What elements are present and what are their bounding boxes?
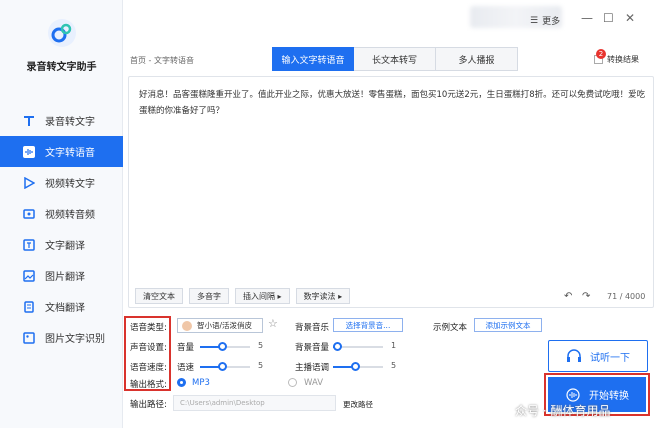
pitch-slider-handle[interactable]	[351, 362, 360, 371]
notification-badge: 2	[596, 49, 606, 59]
sidebar-nav: 录音转文字 文字转语音 视频转文字 视频转音频 文字翻译 图片翻译 文档翻译 图…	[0, 105, 123, 353]
insert-pause-button[interactable]: 插入间隔 ▸	[235, 288, 290, 304]
maximize-icon[interactable]: ☐	[603, 11, 614, 25]
sidebar-item-image-ocr[interactable]: 图片文字识别	[0, 322, 123, 353]
redo-icon[interactable]: ↷	[582, 291, 590, 302]
bg-volume-slider-handle[interactable]	[333, 342, 342, 351]
convert-result-label: 转换结果	[607, 55, 639, 64]
sidebar-item-label: 视频转音频	[45, 210, 95, 221]
sample-text-label: 示例文本	[433, 323, 468, 333]
voice-name: 智小语/活泼俏皮	[197, 321, 253, 330]
app-logo	[48, 19, 76, 47]
sidebar-item-text-to-speech[interactable]: 文字转语音	[0, 136, 123, 167]
tab-input-text[interactable]: 输入文字转语音	[272, 47, 354, 71]
pitch-value: 5	[391, 361, 397, 370]
sidebar: 录音转文字助手 录音转文字 文字转语音 视频转文字 视频转音频 文字翻译 图片翻…	[0, 0, 123, 428]
start-label: 开始转换	[589, 391, 629, 402]
volume-label: 音量	[177, 343, 195, 353]
format-mp3-radio[interactable]	[177, 378, 186, 387]
format-wav-label: WAV	[304, 378, 324, 388]
format-label: 输出格式:	[130, 380, 167, 390]
preview-listen-button[interactable]: 试听一下	[548, 340, 648, 372]
sidebar-item-label: 文档翻译	[45, 303, 85, 314]
sound-settings-label: 声音设置:	[130, 343, 167, 353]
title-bar	[123, 0, 660, 40]
rate-slider-handle[interactable]	[218, 362, 227, 371]
sidebar-item-label: 图片文字识别	[45, 334, 105, 345]
number-reading-button[interactable]: 数字读法 ▸	[295, 288, 351, 304]
listen-label: 试听一下	[590, 352, 630, 364]
app-title: 录音转文字助手	[26, 62, 97, 73]
sidebar-item-video-to-text[interactable]: 视频转文字	[0, 167, 123, 198]
close-icon[interactable]: ✕	[625, 11, 635, 25]
volume-slider[interactable]	[200, 342, 250, 351]
sidebar-item-label: 图片翻译	[45, 272, 85, 283]
select-bg-music-button[interactable]: 选择背景音...	[333, 318, 403, 332]
rate-value: 5	[258, 361, 264, 370]
image-ocr-icon	[22, 331, 36, 345]
app-window: 录音转文字助手 录音转文字 文字转语音 视频转文字 视频转音频 文字翻译 图片翻…	[0, 0, 660, 428]
sidebar-item-label: 文字转语音	[45, 148, 95, 159]
tab-long-text[interactable]: 长文本转写	[354, 47, 436, 71]
tab-multi-speaker[interactable]: 多人播报	[436, 47, 518, 71]
video-play-icon	[22, 176, 36, 190]
speed-label: 语音速度:	[130, 363, 167, 373]
rate-label: 语速	[177, 363, 195, 373]
sidebar-item-label: 录音转文字	[45, 117, 95, 128]
voice-type-label: 语音类型:	[130, 323, 167, 333]
waveform-circle-icon	[566, 387, 580, 402]
sidebar-item-audio-to-text[interactable]: 录音转文字	[0, 105, 123, 136]
undo-icon[interactable]: ↶	[564, 291, 572, 302]
format-mp3-label: MP3	[192, 378, 210, 388]
more-menu[interactable]: ☰ 更多	[530, 14, 561, 28]
more-label: 更多	[542, 17, 561, 27]
sidebar-item-image-translate[interactable]: 图片翻译	[0, 260, 123, 291]
clear-text-button[interactable]: 清空文本	[135, 288, 183, 304]
sidebar-item-text-translate[interactable]: 文字翻译	[0, 229, 123, 260]
mode-tabs: 输入文字转语音 长文本转写 多人播报	[272, 47, 518, 71]
document-translate-icon	[22, 300, 36, 314]
voice-select-button[interactable]: 智小语/活泼俏皮	[177, 318, 263, 333]
translate-icon	[22, 238, 36, 252]
star-icon[interactable]: ☆	[268, 317, 278, 330]
menu-icon: ☰	[530, 15, 539, 26]
pitch-slider[interactable]	[333, 362, 383, 371]
text-editor[interactable]: 好消息！品客蛋糕隆重开业了。值此开业之际，优惠大放送！零售蛋糕，面包买10元送2…	[128, 76, 654, 308]
editor-toolbar: 清空文本 多音字 插入间隔 ▸ 数字读法 ▸	[135, 288, 356, 304]
bg-volume-slider[interactable]	[333, 342, 383, 351]
headphones-icon	[567, 349, 581, 362]
volume-slider-handle[interactable]	[218, 342, 227, 351]
volume-value: 5	[258, 341, 264, 350]
bg-volume-value: 1	[391, 341, 397, 350]
breadcrumb: 首页 - 文字转语音	[130, 56, 194, 65]
sidebar-item-video-to-audio[interactable]: 视频转音频	[0, 198, 123, 229]
polyphone-button[interactable]: 多音字	[189, 288, 229, 304]
rate-slider[interactable]	[200, 362, 250, 371]
sidebar-item-label: 视频转文字	[45, 179, 95, 190]
char-counter: 71 / 4000	[607, 292, 646, 301]
minimize-icon[interactable]: —	[581, 11, 593, 25]
output-path-input[interactable]: C:\Users\admin\Desktop	[173, 395, 336, 411]
image-translate-icon	[22, 269, 36, 283]
bg-music-label: 背景音乐	[295, 323, 330, 333]
pitch-label: 主播语调	[295, 363, 330, 373]
change-path-link[interactable]: 更改路径	[343, 399, 373, 410]
watermark: 众号 · 酬体育用品	[515, 404, 611, 418]
add-sample-text-button[interactable]: 添加示例文本	[474, 318, 542, 332]
format-wav-radio[interactable]	[288, 378, 297, 387]
sidebar-item-doc-translate[interactable]: 文档翻译	[0, 291, 123, 322]
sidebar-item-label: 文字翻译	[45, 241, 85, 252]
voice-avatar-icon	[182, 320, 192, 331]
waveform-icon	[22, 145, 36, 159]
editor-text[interactable]: 好消息！品客蛋糕隆重开业了。值此开业之际，优惠大放送！零售蛋糕，面包买10元送2…	[139, 87, 649, 119]
text-icon	[22, 114, 36, 128]
video-audio-icon	[22, 207, 36, 221]
output-path-label: 输出路径:	[130, 400, 167, 410]
bg-volume-label: 背景音量	[295, 343, 330, 353]
